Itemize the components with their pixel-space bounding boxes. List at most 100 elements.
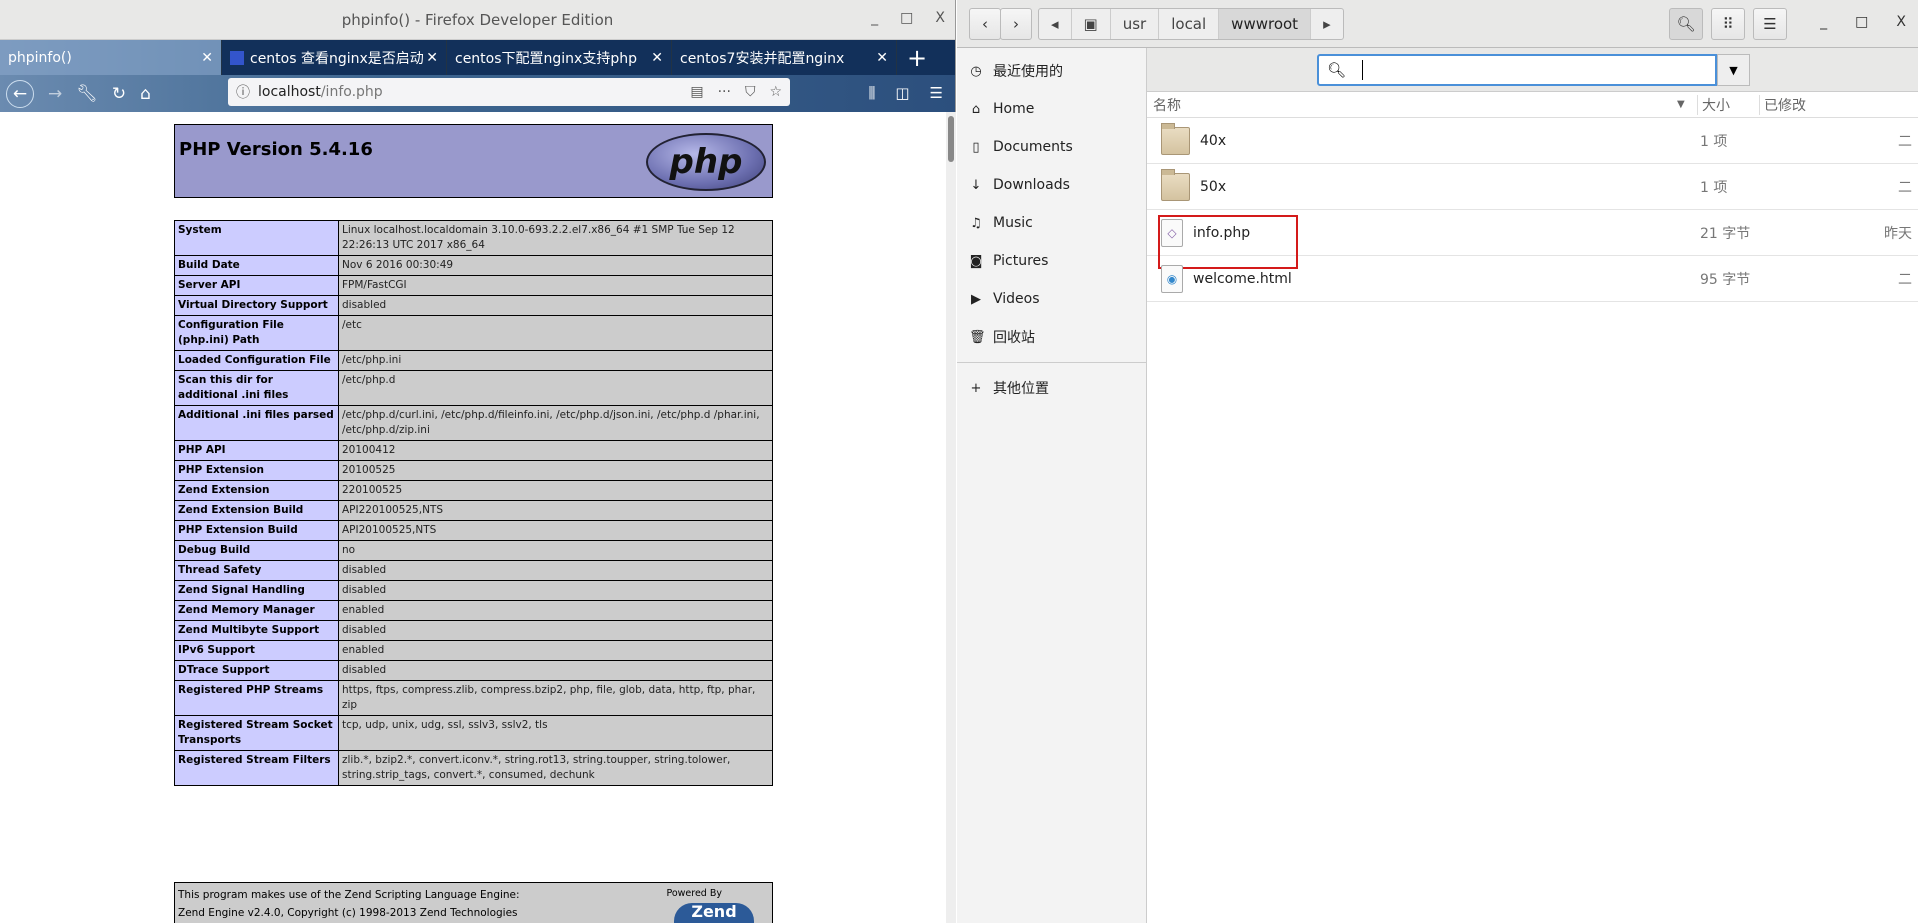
close-button[interactable]: X [935,10,945,26]
info-value: 220100525 [338,480,773,501]
close-tab-icon[interactable]: ✕ [201,50,213,66]
sidebar-item-music[interactable]: ♫ Music [957,204,1146,242]
info-value: enabled [338,640,773,661]
root-drive-icon[interactable]: ▣ [1072,9,1111,39]
search-options-dropdown[interactable]: ▼ [1717,54,1750,86]
php-logo[interactable]: php [646,133,766,191]
forward-arrow-icon[interactable]: → [48,84,62,104]
breadcrumb: ◂ ▣ usr local wwwroot ▸ [1038,8,1344,40]
breadcrumb-wwwroot[interactable]: wwwroot [1219,9,1312,39]
info-value: no [338,540,773,561]
breadcrumb-local[interactable]: local [1159,9,1220,39]
menu-button[interactable]: ☰ [1753,8,1787,40]
search-input[interactable]: 🔍︎ [1317,54,1717,86]
info-row: Build Date Nov 6 2016 00:30:49 [174,255,773,276]
grid-view-button[interactable]: ⠿ [1711,8,1745,40]
zend-logo[interactable]: Zend [674,903,754,923]
column-size[interactable]: 大小 [1697,94,1730,115]
tab-centos-nginx-status[interactable]: centos 查看nginx是否启动 ✕ [222,40,447,75]
info-value: 20100525 [338,460,773,481]
sidebar-item-clock[interactable]: ◷ 最近使用的 [957,52,1146,90]
sidebar-item-label: 回收站 [993,330,1035,346]
file-row[interactable]: 50x 1 项 二 [1147,164,1918,210]
close-tab-icon[interactable]: ✕ [876,50,888,66]
minimize-button[interactable]: _ [871,10,878,26]
info-key: Virtual Directory Support [174,295,339,316]
menu-icon[interactable]: ☰ [930,84,943,102]
info-value: 20100412 [338,440,773,461]
zend-footer: This program makes use of the Zend Scrip… [174,882,773,923]
file-row[interactable]: ◉ welcome.html 95 字节 二 [1147,256,1918,302]
maximize-button[interactable]: □ [900,10,913,26]
info-value: API20100525,NTS [338,520,773,541]
forward-button[interactable]: › [1000,8,1032,40]
info-value: /etc/php.ini [338,350,773,371]
info-row: System Linux localhost.localdomain 3.10.0… [174,220,773,256]
file-manager-window: ‹ › ◂ ▣ usr local wwwroot ▸ 🔍︎ ⠿ ☰ _ □ X… [957,0,1918,923]
pocket-icon[interactable]: ⛉ [745,84,756,100]
file-size: 1 项 [1700,133,1728,150]
sidebar-item-label: Videos [993,291,1040,307]
minimize-button[interactable]: _ [1820,14,1827,30]
back-arrow-icon[interactable]: ← [6,79,34,108]
sidebar-item-download[interactable]: ↓ Downloads [957,166,1146,204]
info-row: DTrace Support disabled [174,660,773,681]
url-bar[interactable]: ⓘ localhost/info.php ▤ ··· ⛉ ☆ [228,78,790,106]
reader-view-icon[interactable]: ▤ [690,84,703,100]
info-key: Additional .ini files parsed [174,405,339,441]
column-name[interactable]: 名称 [1153,95,1181,115]
close-button[interactable]: X [1896,14,1906,30]
file-modified: 二 [1898,133,1912,150]
sidebar-item-camera[interactable]: ◙ Pictures [957,242,1146,280]
column-header: 名称 ▼ 大小 已修改 [1147,92,1918,118]
more-actions-icon[interactable]: ··· [718,84,731,100]
tab-phpinfo[interactable]: phpinfo() ✕ [0,40,222,75]
info-value: /etc/php.d [338,370,773,406]
vertical-scrollbar[interactable] [946,112,956,923]
close-tab-icon[interactable]: ✕ [426,50,438,66]
url-path: /info.php [320,84,383,100]
info-value: https, ftps, compress.zlib, compress.bzi… [338,680,773,716]
tab-centos7-nginx[interactable]: centos7安装并配置nginx ✕ [672,40,897,75]
column-modified[interactable]: 已修改 [1759,94,1806,115]
tab-centos-nginx-php[interactable]: centos下配置nginx支持php ✕ [447,40,672,75]
sidebar-item-other-locations[interactable]: + 其他位置 [957,369,1146,407]
file-row[interactable]: 40x 1 项 二 [1147,118,1918,164]
php-version-title: PHP Version 5.4.16 [179,139,373,160]
home-icon: ⌂ [971,101,981,117]
info-value: API220100525,NTS [338,500,773,521]
camera-icon: ◙ [969,253,983,269]
powered-by-label: Powered By [666,888,722,899]
reload-icon[interactable]: ↻ [112,84,126,104]
tab-label: centos下配置nginx支持php [455,50,637,67]
maximize-button[interactable]: □ [1855,14,1868,30]
wrench-icon[interactable]: 🔧︎ [76,84,98,104]
sidebar-item-label: Downloads [993,177,1070,193]
clock-icon: ◷ [970,63,982,79]
tab-label: phpinfo() [8,49,72,66]
sidebar-item-document[interactable]: ▯ Documents [957,128,1146,166]
sidebar-item-video[interactable]: ▶ Videos [957,280,1146,318]
info-row: Thread Safety disabled [174,560,773,581]
bookmark-star-icon[interactable]: ☆ [769,84,782,100]
file-row[interactable]: ◇ info.php 21 字节 昨天 [1147,210,1918,269]
breadcrumb-scroll-right[interactable]: ▸ [1311,9,1343,39]
sidebar-item-trash[interactable]: 🗑︎ 回收站 [957,318,1146,356]
info-key: Zend Memory Manager [174,600,339,621]
breadcrumb-scroll-left[interactable]: ◂ [1039,9,1072,39]
back-button[interactable]: ‹ [969,8,1001,40]
info-icon[interactable]: ⓘ [236,82,250,102]
favicon-icon [230,50,244,65]
document-icon: ▯ [972,139,980,155]
close-tab-icon[interactable]: ✕ [651,50,663,66]
info-row: Registered Stream Socket Transports tcp, … [174,715,773,751]
breadcrumb-usr[interactable]: usr [1111,9,1160,39]
new-tab-button[interactable]: + [897,40,955,75]
sidebar-item-home[interactable]: ⌂ Home [957,90,1146,128]
url-host: localhost [258,84,321,100]
info-key: PHP Extension Build [174,520,339,541]
home-icon[interactable]: ⌂ [140,84,151,104]
library-icon[interactable]: ⫼ [868,84,875,102]
sidebar-icon[interactable]: ◫ [895,84,909,102]
search-button[interactable]: 🔍︎ [1669,8,1703,40]
